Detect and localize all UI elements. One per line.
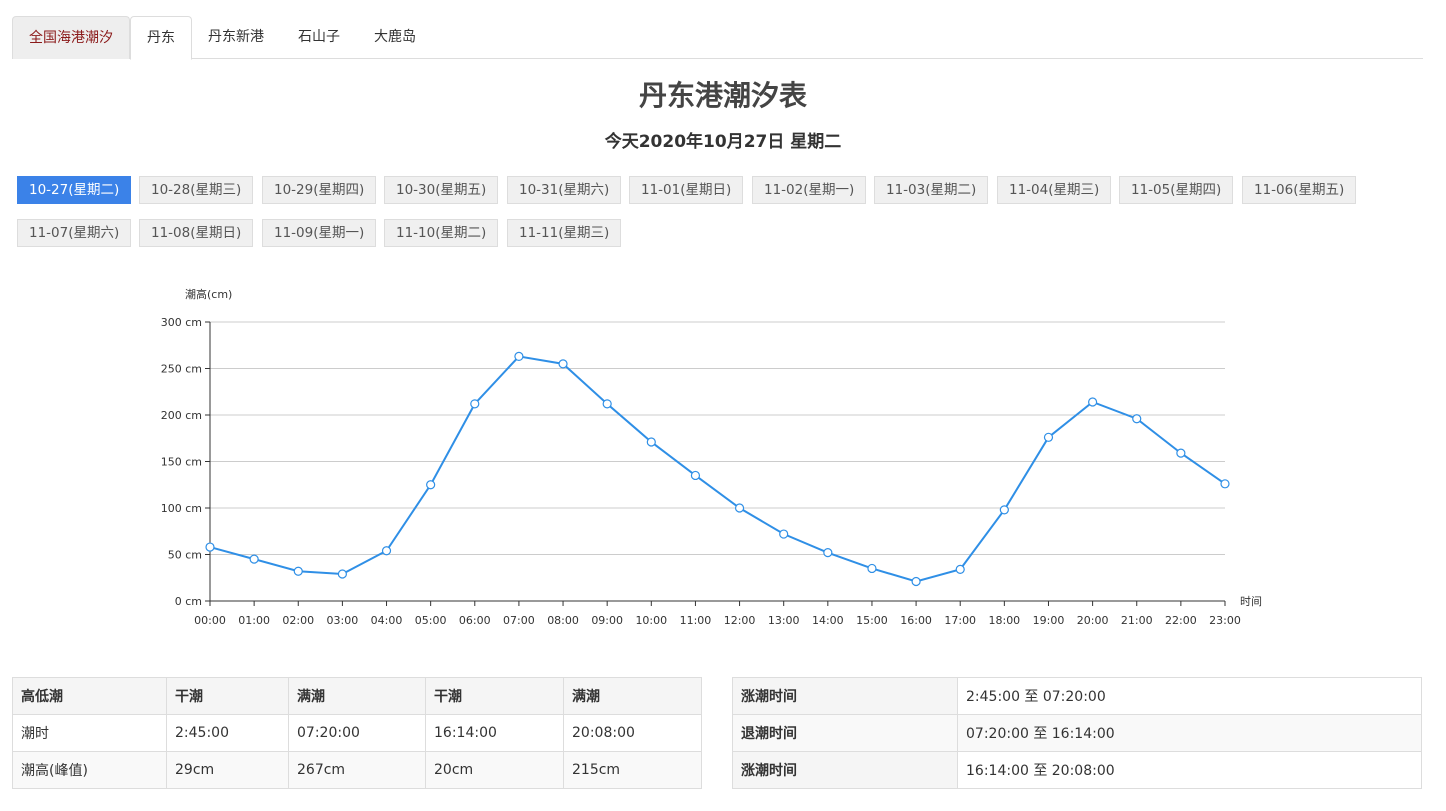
data-point — [779, 529, 789, 539]
x-tick-label: 08:00 — [547, 614, 579, 627]
y-axis: 0 cm 50 cm 100 cm 150 cm 200 cm 250 cm 300 cm — [161, 316, 211, 608]
y-tick-label: 100 cm — [161, 502, 202, 515]
x-tick-label: 06:00 — [459, 614, 491, 627]
data-point — [249, 554, 259, 564]
data-point — [867, 563, 877, 574]
x-tick-label: 22:00 — [1165, 614, 1197, 627]
x-tick-label: 19:00 — [1033, 614, 1065, 627]
x-tick-label: 13:00 — [768, 614, 800, 627]
tide-table: 高低潮 干潮 满潮 干潮 满潮 潮时 2:45:00 07:20:00 16:1… — [12, 677, 702, 789]
data-point — [1132, 414, 1142, 424]
x-tick-label: 01:00 — [238, 614, 270, 627]
data-point — [999, 505, 1009, 515]
table-cell: 215cm — [563, 751, 702, 789]
data-point — [426, 480, 436, 490]
table-cell: 退潮时间 — [732, 714, 958, 752]
y-axis-label: 潮高(cm) — [185, 287, 232, 301]
data-point — [1088, 397, 1098, 407]
table-row: 涨潮时间 16:14:00 至 20:08:00 — [732, 751, 1422, 789]
table-header-cell: 高低潮 — [12, 677, 167, 715]
x-tick-label: 04:00 — [371, 614, 403, 627]
x-tick-label: 17:00 — [944, 614, 976, 627]
data-point — [955, 564, 965, 574]
table-cell: 潮时 — [12, 714, 167, 752]
data-point — [1220, 479, 1230, 489]
x-tick-label: 15:00 — [856, 614, 888, 627]
data-point — [205, 542, 215, 552]
data-point — [337, 569, 347, 579]
table-cell: 16:14:00 至 20:08:00 — [957, 751, 1422, 789]
x-tick-label: 12:00 — [724, 614, 756, 627]
table-cell: 涨潮时间 — [732, 677, 958, 715]
data-point — [558, 359, 568, 369]
x-axis-label: 时间 — [1240, 595, 1262, 608]
table-header-cell: 满潮 — [288, 677, 426, 715]
data-point — [293, 566, 303, 576]
tide-period-table: 涨潮时间 2:45:00 至 07:20:00 退潮时间 07:20:00 至 … — [732, 677, 1422, 789]
data-point — [911, 576, 921, 587]
table-header-cell: 干潮 — [166, 677, 289, 715]
data-point — [470, 399, 480, 409]
x-tick-label: 18:00 — [988, 614, 1020, 627]
x-tick-label: 09:00 — [591, 614, 623, 627]
data-point — [381, 546, 392, 556]
data-point — [514, 351, 524, 362]
tide-chart: 0 cm50 cm100 cm150 cm200 cm250 cm300 cm … — [161, 287, 1262, 627]
y-tick-label: 150 cm — [161, 456, 202, 469]
y-tick-label: 0 cm — [175, 595, 202, 608]
table-row: 退潮时间 07:20:00 至 16:14:00 — [732, 714, 1422, 752]
data-point — [1043, 432, 1054, 442]
table-header-cell: 干潮 — [425, 677, 564, 715]
table-cell: 2:45:00 — [166, 714, 289, 752]
x-tick-label: 05:00 — [415, 614, 447, 627]
table-row: 潮时 2:45:00 07:20:00 16:14:00 20:08:00 — [12, 714, 702, 752]
table-cell: 20:08:00 — [563, 714, 702, 752]
data-point — [823, 548, 833, 558]
tide-series — [205, 351, 1230, 587]
x-tick-label: 10:00 — [635, 614, 667, 627]
table-row: 涨潮时间 2:45:00 至 07:20:00 — [732, 677, 1422, 715]
y-tick-label: 300 cm — [161, 316, 202, 329]
table-header-cell: 满潮 — [563, 677, 702, 715]
x-tick-label: 02:00 — [282, 614, 314, 627]
table-cell: 潮高(峰值) — [12, 751, 167, 789]
y-tick-label: 250 cm — [161, 363, 202, 376]
table-cell: 07:20:00 — [288, 714, 426, 752]
x-axis: 00:00 01:00 02:00 03:00 04:00 05:00 06:00 07:00… — [194, 600, 1241, 627]
x-tick-label: 20:00 — [1077, 614, 1109, 627]
grid-lines — [210, 321, 1225, 555]
x-tick-label: 00:00 — [194, 614, 226, 627]
x-tick-label: 16:00 — [900, 614, 932, 627]
x-tick-label: 11:00 — [680, 614, 712, 627]
table-cell: 07:20:00 至 16:14:00 — [957, 714, 1422, 752]
data-point — [602, 399, 612, 409]
table-row: 潮高(峰值) 29cm 267cm 20cm 215cm — [12, 751, 702, 789]
table-cell: 20cm — [425, 751, 564, 789]
data-point — [734, 503, 745, 513]
data-point — [1176, 448, 1186, 458]
table-cell: 29cm — [166, 751, 289, 789]
x-tick-label: 14:00 — [812, 614, 844, 627]
table-cell: 2:45:00 至 07:20:00 — [957, 677, 1422, 715]
tide-line — [209, 355, 1226, 583]
y-tick-label: 50 cm — [168, 549, 202, 562]
data-point — [646, 437, 656, 447]
table-header-row: 高低潮 干潮 满潮 干潮 满潮 — [12, 677, 702, 715]
x-tick-label: 23:00 — [1209, 614, 1241, 627]
table-cell: 涨潮时间 — [732, 751, 958, 789]
y-tick-label: 200 cm — [161, 409, 202, 422]
x-tick-label: 03:00 — [327, 614, 359, 627]
data-point — [690, 470, 701, 481]
x-tick-label: 21:00 — [1121, 614, 1153, 627]
table-cell: 16:14:00 — [425, 714, 564, 752]
table-cell: 267cm — [288, 751, 426, 789]
x-tick-label: 07:00 — [503, 614, 535, 627]
